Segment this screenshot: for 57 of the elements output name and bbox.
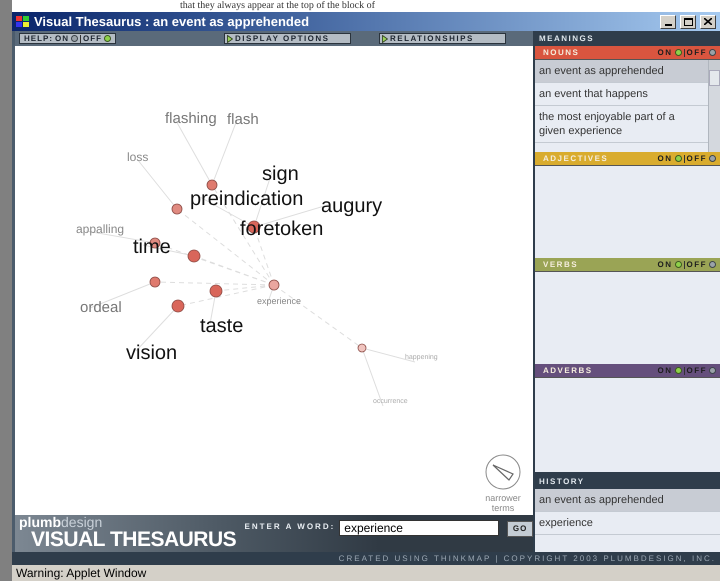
copyright-bar: CREATED USING THINKMAP | COPYRIGHT 2003 PLUMBDESIGN, INC. [12,552,720,565]
word-label[interactable]: experience [257,297,302,306]
word-label[interactable]: flashing [165,111,217,126]
word-label[interactable]: augury [321,196,382,216]
word-label[interactable]: preindication [190,189,304,209]
word-label[interactable]: sign [262,164,299,184]
history-item[interactable]: an event as apprehended [535,489,720,512]
word-label[interactable]: taste [200,316,244,336]
word-node[interactable] [150,238,160,248]
toolbar-button[interactable]: DISPLAY OPTIONS [224,33,351,44]
word-node[interactable] [358,344,366,352]
product-title: VISUAL THESAURUS [31,529,238,550]
word-node[interactable] [188,250,200,262]
app-icon [16,16,30,28]
word-node[interactable] [210,284,222,298]
word-node[interactable] [248,220,260,234]
on-off-toggle[interactable]: ON OFF [658,258,716,270]
word-node[interactable] [206,180,218,190]
category-name: NOUNS [542,46,580,58]
word-input[interactable]: experience [339,520,500,536]
minimize-button[interactable] [660,14,676,28]
close-button[interactable] [700,14,716,28]
word-node[interactable] [150,276,160,288]
close-icon [704,18,712,25]
category-name: ADVERBS [542,364,594,376]
go-button[interactable]: GO [507,521,533,537]
word-node[interactable] [268,280,280,290]
logo-word: design [61,514,102,530]
word-label[interactable]: ordeal [80,300,122,315]
word-node[interactable] [172,300,184,312]
panel-heading: MEANINGS [538,33,596,45]
help-toggle[interactable]: HELP: ON OFF [19,33,116,44]
enter-word-label: ENTER A WORD: [244,521,336,533]
status-bar: Warning: Applet Window [12,565,720,581]
logo-word: plumb [19,514,61,530]
word-label[interactable]: time [133,237,171,257]
play-triangle-icon [382,34,388,42]
narrower-terms-icon[interactable] [485,454,521,490]
category-name: VERBS [542,258,580,270]
category-name: ADJECTIVES [542,152,610,164]
page-text: that they always appear at the top of the block of [180,0,375,11]
word-label[interactable]: foretoken [240,219,324,239]
word-label[interactable]: flash [227,112,259,127]
toolbar-button[interactable]: RELATIONSHIPS [379,33,506,44]
window-title: Visual Thesaurus : an event as apprehended [34,12,310,31]
word-label[interactable]: appalling [76,223,124,235]
panel-heading: HISTORY [538,476,586,488]
on-off-toggle[interactable]: ON OFF [658,152,716,164]
narrower-terms-label: narrower terms [484,493,522,513]
play-triangle-icon [227,34,233,42]
word-label[interactable]: loss [127,151,148,163]
maximize-button[interactable] [680,14,696,28]
on-off-toggle[interactable]: ON OFF [658,46,716,58]
word-label[interactable]: vision [126,343,178,363]
meaning-item[interactable]: an event as apprehended [535,60,708,83]
word-node[interactable] [172,204,182,214]
scrollbar[interactable] [708,60,720,152]
